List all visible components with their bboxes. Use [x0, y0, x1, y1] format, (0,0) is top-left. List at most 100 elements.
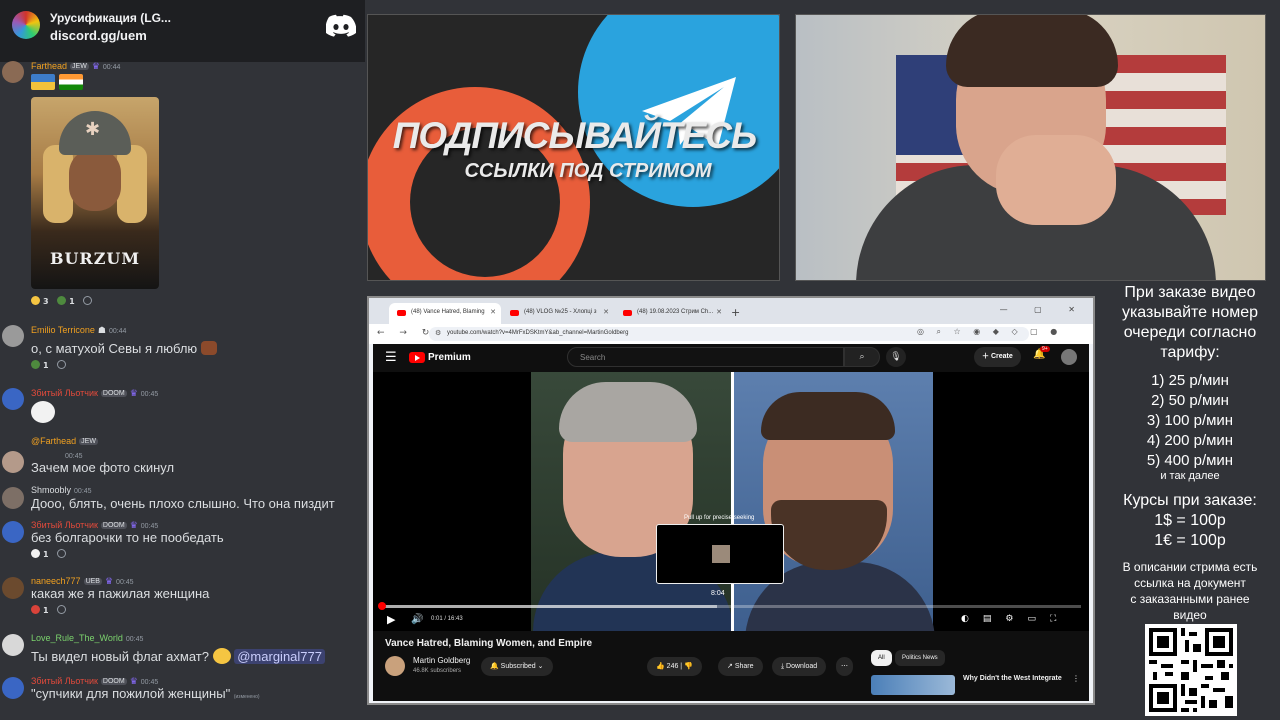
preview-time: 8:04 — [711, 590, 725, 597]
autoplay-toggle-icon[interactable]: ◐ — [961, 614, 983, 624]
crown-icon: ♛ — [129, 388, 138, 398]
subtitles-icon[interactable]: ▤ — [983, 614, 1006, 624]
reaction[interactable]: 1 — [31, 549, 49, 559]
close-icon[interactable]: ✕ — [603, 308, 609, 316]
share-button[interactable]: ↗ Share — [718, 657, 763, 676]
play-icon[interactable]: ▶ — [387, 613, 395, 626]
progress-scrubber[interactable] — [377, 602, 386, 610]
user-badge: DOOM — [100, 522, 127, 529]
hamburger-menu-icon[interactable]: ☰ — [385, 350, 397, 365]
desc-line: В описании стрима есть — [1122, 560, 1258, 574]
download-label: Download — [786, 663, 818, 670]
seek-preview-thumbnail — [656, 524, 784, 584]
video-player[interactable]: Pull up for precise seeking 8:04 ▶ 🔊 0:0… — [373, 372, 1089, 631]
youtube-favicon-icon — [397, 310, 406, 316]
message-body: о, с матухой Севы я люблю — [31, 341, 198, 356]
fullscreen-icon[interactable]: ⛶ — [1050, 614, 1070, 624]
tariff-line: 1) 25 р/мин — [1151, 372, 1229, 389]
add-reaction[interactable] — [57, 605, 67, 615]
browser-tab[interactable]: (48) 19.08.2023 Стрим Ch... ✕ — [615, 303, 727, 324]
channel-name[interactable]: Martin Goldberg — [413, 656, 470, 665]
like-button[interactable]: 👍 246 | 👎 — [647, 657, 702, 676]
youtube-brand[interactable]: Premium — [428, 352, 471, 363]
username[interactable]: Збитый Льотчик — [31, 520, 98, 530]
new-tab-icon[interactable]: + — [731, 306, 740, 319]
site-info-icon[interactable]: ⚙ — [435, 329, 441, 337]
browser-tab[interactable]: (48) Vance Hatred, Blaming ✕ — [389, 303, 501, 324]
preview-image — [712, 545, 730, 563]
close-icon[interactable]: ✕ — [490, 308, 496, 316]
info-line: очереди согласно — [1123, 324, 1257, 341]
reply-preview[interactable]: @Farthead JEW — [31, 436, 98, 446]
chat-username-line: Shmoobly 00:45 — [31, 485, 92, 495]
progress-bar[interactable] — [381, 605, 1081, 608]
qr-code-icon[interactable] — [1145, 624, 1237, 716]
tariff-line: 5) 400 р/мин — [1146, 452, 1234, 469]
settings-gear-icon[interactable]: ⚙ — [1005, 614, 1027, 624]
recommended-thumbnail[interactable] — [871, 675, 955, 695]
tab-strip: (48) Vance Hatred, Blaming ✕ (48) VLOG №2… — [369, 298, 1093, 324]
extension-icons[interactable]: ◎ ⌕ ☆ ◉ ◆ ◇ ▢ ● — [917, 327, 1062, 337]
user-mention[interactable]: @marginal777 — [234, 649, 325, 664]
add-reaction-icon — [57, 549, 67, 558]
avatar — [2, 451, 24, 473]
username[interactable]: Shmoobly — [31, 485, 71, 495]
add-reaction[interactable] — [57, 360, 67, 370]
url-text: youtube.com/watch?v=4MrFxDSKtmY&ab_chann… — [447, 330, 629, 336]
more-vert-icon[interactable]: ⋮ — [1072, 674, 1080, 683]
image-detail — [117, 145, 147, 223]
create-button[interactable]: ＋ Create — [974, 347, 1021, 367]
search-input[interactable]: Search — [567, 347, 844, 367]
username[interactable]: Love_Rule_The_World — [31, 633, 123, 643]
download-button[interactable]: ⤓ Download — [772, 657, 827, 676]
video-person-hair — [761, 392, 895, 440]
search-icon[interactable]: ⌕ — [844, 347, 880, 367]
more-actions-icon[interactable]: ⋯ — [836, 657, 853, 676]
youtube-page: ☰ Premium Search ⌕ 🎙 ＋ Create 🔔 9+ Pull … — [373, 344, 1089, 701]
rates-title: Курсы при заказе: — [1123, 492, 1257, 509]
avatar — [2, 487, 24, 509]
reaction-bar: 3 1 — [31, 296, 98, 306]
window-controls[interactable]: — ▢ ✕ — [1000, 305, 1087, 314]
reaction[interactable]: 1 — [57, 296, 75, 306]
username[interactable]: Farthead — [31, 61, 67, 71]
chip-all[interactable]: All — [871, 650, 892, 666]
volume-icon[interactable]: 🔊 — [411, 614, 423, 625]
timestamp: 00:45 — [74, 488, 92, 495]
username[interactable]: Emilio Terricone — [31, 325, 95, 335]
user-badge: DOOM — [100, 678, 127, 685]
emoji-icon — [31, 605, 40, 614]
chip-politics-news[interactable]: Politics News — [895, 650, 945, 666]
microphone-icon[interactable]: 🎙 — [886, 347, 906, 367]
username[interactable]: Збитый Льотчик — [31, 676, 98, 686]
reaction[interactable]: 1 — [31, 605, 49, 615]
subscribed-button[interactable]: 🔔 Subscribed ⌄ — [481, 657, 553, 676]
notification-count-badge: 9+ — [1040, 346, 1050, 352]
image-caption: BURZUM — [49, 249, 141, 268]
chat-image-attachment[interactable]: ✱ BURZUM — [31, 97, 159, 289]
username[interactable]: Збитый Льотчик — [31, 388, 98, 398]
reaction[interactable]: 1 — [31, 360, 49, 370]
desc-line: ссылка на документ — [1134, 576, 1246, 590]
username[interactable]: naneech777 — [31, 576, 81, 586]
close-icon[interactable]: ✕ — [716, 308, 722, 316]
info-line: При заказе видео — [1124, 284, 1256, 301]
recommended-title[interactable]: Why Didn't the West Integrate — [963, 675, 1062, 682]
reaction-count: 1 — [43, 550, 49, 559]
user-badge: JEW — [79, 438, 98, 445]
search-placeholder: Search — [580, 353, 606, 362]
seek-tooltip: Pull up for precise seeking — [684, 515, 755, 521]
player-right-controls[interactable]: ◐▤⚙▭⛶ — [961, 614, 1070, 624]
reaction[interactable]: 3 — [31, 296, 49, 306]
share-label: Share — [734, 663, 754, 670]
browser-tab[interactable]: (48) VLOG №25 - Хлопці з ✕ — [502, 303, 614, 324]
add-reaction[interactable] — [83, 296, 93, 306]
navigation-buttons[interactable]: ← → ↻ — [377, 328, 435, 338]
add-reaction[interactable] — [57, 549, 67, 559]
server-invite[interactable]: discord.gg/uem — [50, 28, 147, 43]
avatar — [2, 388, 24, 410]
youtube-logo-icon[interactable] — [409, 352, 425, 363]
theater-mode-icon[interactable]: ▭ — [1027, 614, 1050, 624]
channel-avatar[interactable] — [385, 656, 405, 676]
account-avatar[interactable] — [1061, 349, 1077, 365]
